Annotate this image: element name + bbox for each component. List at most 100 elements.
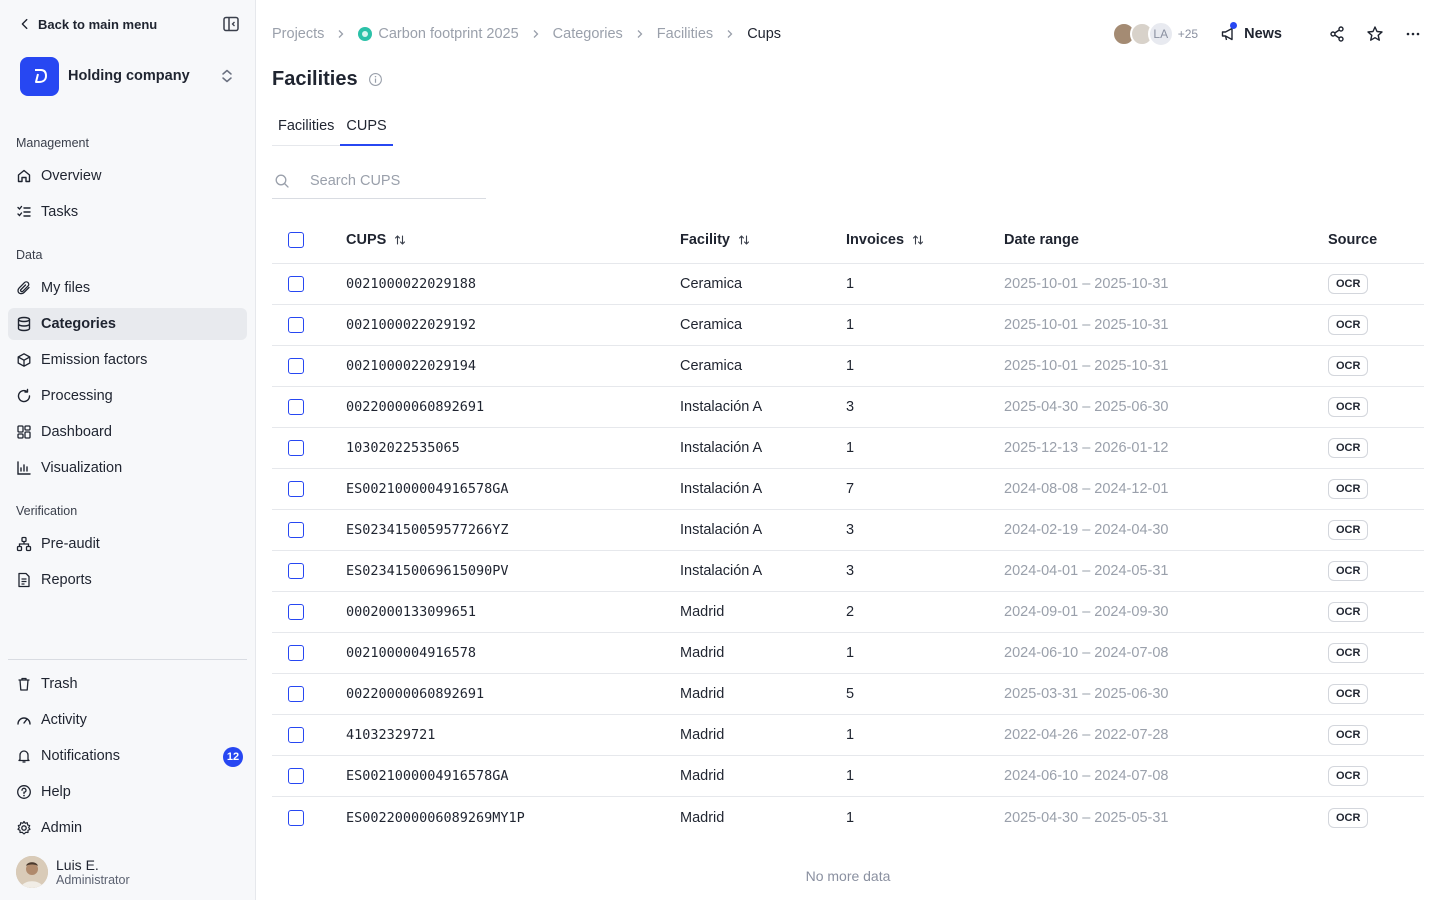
sidebar-item-emission-factors[interactable]: Emission factors <box>8 344 247 376</box>
user-name: Luis E. <box>56 856 99 873</box>
select-all-checkbox[interactable] <box>288 231 304 248</box>
sidebar-item-reports[interactable]: Reports <box>8 564 247 596</box>
cube-icon <box>17 353 31 367</box>
sidebar-item-help[interactable]: Help <box>8 776 247 808</box>
row-checkbox[interactable] <box>288 768 304 784</box>
collaborators-avatars[interactable]: LA +25 <box>1111 21 1198 47</box>
table-row[interactable]: 0021000022029192 Ceramica 1 2025-10-01 – 20… <box>272 305 1424 346</box>
breadcrumb-categories[interactable]: Categories <box>553 26 623 42</box>
invoices-cell: 2 <box>846 604 855 620</box>
organization-switcher[interactable]: Holding company <box>20 56 240 96</box>
source-badge: OCR <box>1328 438 1369 458</box>
row-checkbox[interactable] <box>288 645 304 661</box>
row-checkbox[interactable] <box>288 440 304 456</box>
source-cell: OCR <box>1328 643 1424 663</box>
brand-logo-icon <box>34 69 47 83</box>
row-checkbox[interactable] <box>288 604 304 620</box>
table-row[interactable]: ES0021000004916578GA Instalación A 7 2024-0… <box>272 469 1424 510</box>
notifications-count-badge: 12 <box>223 747 243 767</box>
sidebar-item-admin[interactable]: Admin <box>8 812 247 844</box>
date-range-cell: 2024-04-01 – 2024-05-31 <box>1004 563 1169 579</box>
share-icon[interactable] <box>1328 25 1346 43</box>
table-row[interactable]: 0002000133099651 Madrid 2 2024-09-01 – 2024… <box>272 592 1424 633</box>
chevron-right-icon <box>533 30 539 38</box>
row-checkbox[interactable] <box>288 399 304 415</box>
news-button[interactable]: News <box>1220 22 1282 43</box>
source-badge: OCR <box>1328 684 1369 704</box>
sidebar-item-label: Emission factors <box>41 352 148 368</box>
column-header-invoices[interactable]: Invoices <box>846 232 1004 248</box>
search-input[interactable] <box>310 173 470 189</box>
row-checkbox[interactable] <box>288 727 304 743</box>
breadcrumb-current: Cups <box>747 26 782 42</box>
row-checkbox[interactable] <box>288 522 304 538</box>
row-checkbox[interactable] <box>288 358 304 374</box>
section-management: Management <box>16 136 89 150</box>
table-row[interactable]: ES0021000004916578GA Madrid 1 2024-06-10 – … <box>272 756 1424 797</box>
source-cell: OCR <box>1328 274 1424 294</box>
table-row[interactable]: 41032329721 Madrid 1 2022-04-26 – 2022-07-2… <box>272 715 1424 756</box>
sort-icon <box>738 234 750 245</box>
facility-cell: Madrid <box>680 604 725 620</box>
table-row[interactable]: ES0234150069615090PV Instalación A 3 2024-0… <box>272 551 1424 592</box>
source-cell: OCR <box>1328 520 1424 540</box>
facility-cell: Madrid <box>680 645 725 661</box>
table-row[interactable]: 0021000004916578 Madrid 1 2024-06-10 – 2024… <box>272 633 1424 674</box>
table-row[interactable]: 0021000022029188 Ceramica 1 2025-10-01 – 20… <box>272 264 1424 305</box>
breadcrumb-projects[interactable]: Projects <box>272 26 324 42</box>
checklist-icon <box>17 205 31 217</box>
user-profile[interactable]: Luis E. Administrator <box>16 856 130 888</box>
back-to-main-menu-link[interactable]: Back to main menu <box>18 14 157 34</box>
sidebar-item-categories[interactable]: Categories <box>8 308 247 340</box>
collapse-sidebar-icon[interactable] <box>222 15 240 33</box>
date-range-cell: 2025-04-30 – 2025-06-30 <box>1004 399 1169 415</box>
sidebar-item-notifications[interactable]: Notifications 12 <box>8 740 247 772</box>
source-cell: OCR <box>1328 479 1424 499</box>
source-badge: OCR <box>1328 561 1369 581</box>
date-range-cell: 2025-10-01 – 2025-10-31 <box>1004 276 1169 292</box>
cups-cell: ES0021000004916578GA <box>346 768 509 784</box>
sidebar-item-overview[interactable]: Overview <box>8 160 247 192</box>
row-checkbox[interactable] <box>288 686 304 702</box>
cups-cell: 0002000133099651 <box>346 604 477 620</box>
sidebar-item-dashboard[interactable]: Dashboard <box>8 416 247 448</box>
tab-cups[interactable]: CUPS <box>340 112 393 146</box>
breadcrumb-facilities[interactable]: Facilities <box>657 26 713 42</box>
table-row[interactable]: 00220000060892691 Instalación A 3 2025-04-3… <box>272 387 1424 428</box>
sidebar-item-my-files[interactable]: My files <box>8 272 247 304</box>
row-checkbox[interactable] <box>288 481 304 497</box>
facility-cell: Madrid <box>680 686 725 702</box>
sidebar-item-pre-audit[interactable]: Pre-audit <box>8 528 247 560</box>
date-range-cell: 2024-09-01 – 2024-09-30 <box>1004 604 1169 620</box>
source-badge: OCR <box>1328 274 1369 294</box>
table-row[interactable]: 0021000022029194 Ceramica 1 2025-10-01 – 20… <box>272 346 1424 387</box>
row-checkbox[interactable] <box>288 809 304 826</box>
table-row[interactable]: 10302022535065 Instalación A 1 2025-12-13 –… <box>272 428 1424 469</box>
sidebar-item-tasks[interactable]: Tasks <box>8 196 247 228</box>
facility-cell: Instalación A <box>680 522 763 538</box>
source-cell: OCR <box>1328 684 1424 704</box>
row-checkbox[interactable] <box>288 276 304 292</box>
column-header-facility[interactable]: Facility <box>680 232 846 248</box>
breadcrumb-project[interactable]: Carbon footprint 2025 <box>378 26 518 42</box>
cups-cell: ES0234150069615090PV <box>346 563 509 579</box>
table-row[interactable]: ES0022000006089269MY1P Madrid 1 2025-04-30 … <box>272 797 1424 838</box>
star-icon[interactable] <box>1366 25 1384 43</box>
invoices-cell: 1 <box>846 727 855 743</box>
sidebar-item-activity[interactable]: Activity <box>8 704 247 736</box>
date-range-cell: 2025-04-30 – 2025-05-31 <box>1004 809 1169 826</box>
sidebar-item-processing[interactable]: Processing <box>8 380 247 412</box>
cups-cell: ES0022000006089269MY1P <box>346 809 525 826</box>
row-checkbox[interactable] <box>288 317 304 333</box>
sidebar-item-visualization[interactable]: Visualization <box>8 452 247 484</box>
column-header-cups[interactable]: CUPS <box>346 232 680 248</box>
sidebar-item-trash[interactable]: Trash <box>8 668 247 700</box>
more-horizontal-icon[interactable] <box>1404 25 1422 43</box>
cups-cell: 00220000060892691 <box>346 686 485 702</box>
tab-facilities[interactable]: Facilities <box>272 112 340 146</box>
table-row[interactable]: ES0234150059577266YZ Instalación A 3 2024-0… <box>272 510 1424 551</box>
table-row[interactable]: 00220000060892691 Madrid 5 2025-03-31 – 202… <box>272 674 1424 715</box>
cups-cell: 41032329721 <box>346 727 436 743</box>
info-icon[interactable] <box>368 72 383 87</box>
row-checkbox[interactable] <box>288 563 304 579</box>
